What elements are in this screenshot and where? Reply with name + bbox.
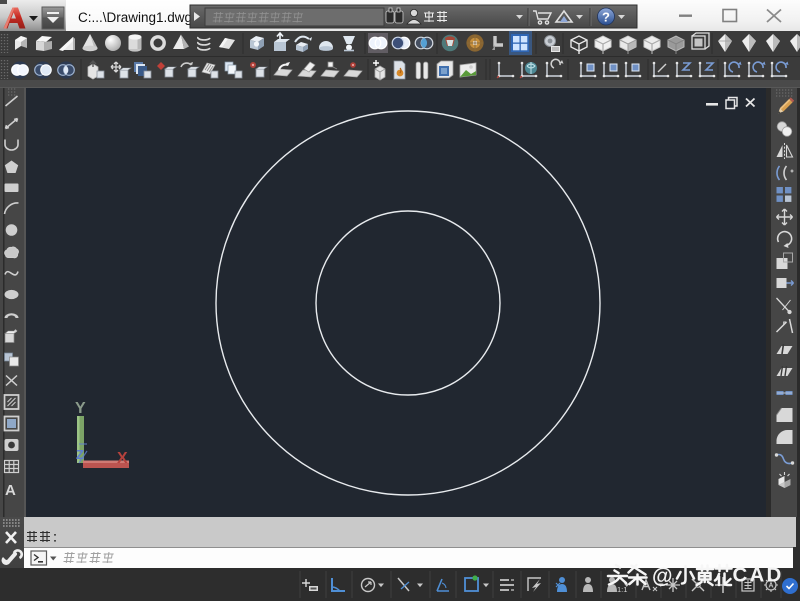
svg-text:?: ? (602, 10, 610, 25)
svg-text:A: A (5, 482, 16, 499)
svg-text:CAD: CAD (733, 564, 784, 587)
svg-text:C:...\Drawing1.dwg: C:...\Drawing1.dwg (78, 10, 192, 25)
svg-text:X: X (117, 450, 128, 467)
svg-text:@: @ (652, 565, 672, 588)
svg-text:Y: Y (75, 400, 86, 417)
svg-text:1:1: 1:1 (617, 585, 627, 594)
svg-text:Z: Z (76, 447, 84, 462)
